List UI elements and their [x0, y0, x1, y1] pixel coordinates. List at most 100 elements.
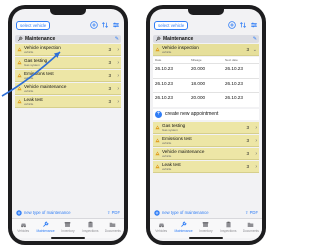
- wrench-icon: [155, 36, 161, 42]
- box-icon: [65, 222, 71, 227]
- tab-documents[interactable]: Documents: [240, 221, 262, 233]
- tab-inspections[interactable]: Inspections: [217, 221, 239, 233]
- tab-label: Inventory: [61, 229, 75, 233]
- row-subtitle: vehicle: [24, 101, 34, 106]
- tab-label: Maintenance: [174, 229, 193, 233]
- left-top-bar: select vehicle: [16, 21, 120, 31]
- header-mileage: Mileage: [191, 58, 202, 62]
- chevron-right-icon: ›: [117, 99, 119, 105]
- edit-icon[interactable]: ✎: [115, 35, 119, 43]
- tab-label: Vehicles: [17, 229, 30, 233]
- header-date: Date: [155, 58, 162, 62]
- car-icon: [158, 223, 164, 228]
- section-title: Maintenance: [163, 36, 194, 42]
- new-maintenance-type-label: new type of maintenance: [162, 210, 209, 215]
- history-mileage: 18.000: [191, 81, 206, 86]
- warning-icon: [155, 164, 160, 169]
- selected-maintenance-row[interactable]: Vehicle inspection vehicle 3 ⌄: [153, 44, 259, 56]
- wrench-icon: [43, 221, 49, 227]
- clipboard-icon: [226, 221, 231, 228]
- box-icon: [203, 222, 209, 227]
- warning-icon: [155, 125, 160, 130]
- section-header[interactable]: Maintenance ✎: [153, 35, 259, 43]
- tab-vehicles[interactable]: Vehicles: [12, 221, 34, 233]
- tab-label: Inventory: [199, 229, 213, 233]
- tab-label: Maintenance: [36, 229, 55, 233]
- maintenance-row[interactable]: Gas testing Gas system 3 ›: [153, 122, 259, 134]
- left-phone: select vehicle Maintenance ✎ Vehicle ins…: [8, 5, 128, 245]
- pdf-button[interactable]: ⇪ PDF: [245, 209, 258, 217]
- warning-icon: [17, 47, 22, 52]
- tab-label: Documents: [104, 229, 121, 233]
- select-vehicle-button[interactable]: select vehicle: [16, 21, 51, 30]
- tab-documents[interactable]: Documents: [102, 221, 124, 233]
- tab-inventory[interactable]: Inventory: [195, 221, 217, 233]
- sort-icon[interactable]: [101, 21, 109, 29]
- warning-icon: [155, 151, 160, 156]
- section-header[interactable]: Maintenance ✎: [15, 35, 121, 43]
- notch: [50, 9, 86, 15]
- pdf-label: PDF: [249, 210, 258, 215]
- folder-icon: [109, 222, 116, 227]
- add-circle-icon: [16, 210, 22, 216]
- maintenance-row[interactable]: Vehicle inspection vehicle 3 ›: [15, 44, 121, 56]
- tab-inventory[interactable]: Inventory: [57, 221, 79, 233]
- history-date: 26.10.23: [155, 66, 173, 71]
- maintenance-row[interactable]: Gas testing Gas system 3 ›: [15, 57, 121, 69]
- row-subtitle: vehicle: [162, 49, 172, 54]
- maintenance-row[interactable]: Vehicle maintenance vehicle 3 ›: [153, 148, 259, 160]
- chevron-right-icon: ›: [255, 151, 257, 157]
- select-vehicle-button[interactable]: select vehicle: [154, 21, 189, 30]
- chevron-right-icon: ›: [117, 86, 119, 92]
- maintenance-row[interactable]: Leak test vehicle 3 ›: [153, 161, 259, 173]
- row-subtitle: vehicle: [24, 75, 34, 80]
- chevron-right-icon: ›: [255, 164, 257, 170]
- row-count: 3: [246, 164, 249, 169]
- maintenance-row[interactable]: Emissions test vehicle 3 ›: [153, 135, 259, 147]
- divider: [153, 63, 259, 64]
- history-next-date: 26.10.23: [225, 95, 243, 100]
- divider: [153, 92, 259, 93]
- row-count: 3: [108, 47, 111, 52]
- plus-icon: +: [155, 111, 162, 118]
- tab-vehicles[interactable]: Vehicles: [150, 221, 172, 233]
- warning-icon: [155, 47, 160, 52]
- tab-label: Documents: [242, 229, 259, 233]
- row-count: 3: [246, 47, 249, 52]
- home-indicator: [51, 237, 85, 239]
- chevron-right-icon: ›: [117, 73, 119, 79]
- add-icon[interactable]: [90, 21, 98, 29]
- tab-maintenance[interactable]: Maintenance: [172, 221, 194, 233]
- car-icon: [20, 223, 26, 228]
- history-date: 26.10.23: [155, 81, 173, 86]
- edit-icon[interactable]: ✎: [253, 35, 257, 43]
- new-maintenance-type-link[interactable]: new type of maintenance ⇪ PDF: [16, 209, 120, 217]
- maintenance-row[interactable]: Vehicle maintenance vehicle 3 ›: [15, 83, 121, 95]
- sort-icon[interactable]: [239, 21, 247, 29]
- add-icon[interactable]: [228, 21, 236, 29]
- pdf-button[interactable]: ⇪ PDF: [107, 209, 120, 217]
- filter-icon[interactable]: [112, 21, 120, 29]
- tab-bar: Vehicles Maintenance Inventory Inspectio…: [12, 218, 124, 238]
- tab-label: Inspections: [82, 229, 99, 233]
- maintenance-row[interactable]: Emissions test vehicle 3 ›: [15, 70, 121, 82]
- filter-icon[interactable]: [250, 21, 258, 29]
- maintenance-row[interactable]: Leak test vehicle 3 ›: [15, 96, 121, 108]
- new-maintenance-type-label: new type of maintenance: [24, 210, 71, 215]
- home-indicator: [189, 237, 223, 239]
- folder-icon: [247, 222, 254, 227]
- divider: [153, 78, 259, 79]
- right-screen: select vehicle Maintenance ✎ Vehicle ins…: [150, 9, 262, 241]
- tab-label: Inspections: [220, 229, 237, 233]
- warning-icon: [155, 138, 160, 143]
- tab-maintenance[interactable]: Maintenance: [34, 221, 56, 233]
- create-appointment-button[interactable]: + create new appointment: [153, 109, 259, 120]
- section-title: Maintenance: [25, 36, 56, 42]
- row-subtitle: vehicle: [162, 153, 172, 158]
- history-next-date: 26.10.23: [225, 66, 243, 71]
- new-maintenance-type-link[interactable]: new type of maintenance ⇪ PDF: [154, 209, 258, 217]
- add-circle-icon: [154, 210, 160, 216]
- row-count: 3: [108, 86, 111, 91]
- chevron-down-icon: ⌄: [252, 47, 257, 53]
- tab-inspections[interactable]: Inspections: [79, 221, 101, 233]
